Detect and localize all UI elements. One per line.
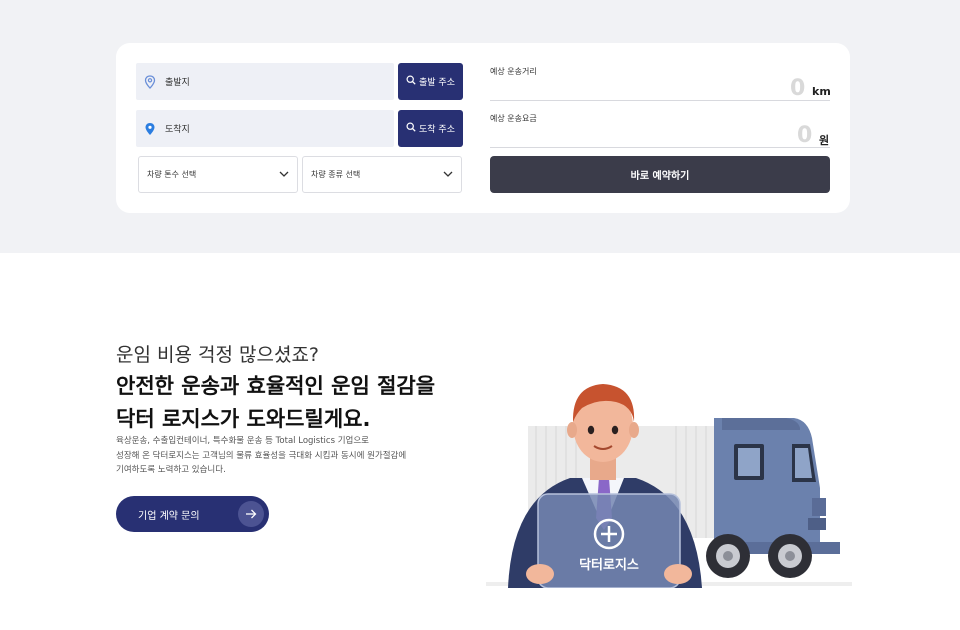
distance-unit: km [812,85,831,98]
destination-placeholder: 도착지 [165,125,190,135]
chevron-down-icon [443,170,453,179]
booking-card: 출발지 출발 주소 도착지 도착 주소 차량 톤수 선택 차량 종류 선택 예상… [116,43,850,213]
fee-value: 0 [797,123,813,148]
destination-row: 도착지 도착 주소 [136,110,463,147]
location-pin-outline-icon [144,74,156,89]
distance-divider [490,100,830,101]
search-icon [406,122,416,135]
hero-description-line2: 성장해 온 닥터로지스는 고객님의 물류 효율성을 극대화 시킴과 동시에 원가… [116,450,407,461]
hero-description-line3: 기여하도록 노력하고 있습니다. [116,465,226,475]
contact-button-label: 기업 계약 문의 [138,510,200,522]
truck-doctor-illustration: 닥터로지스 [486,378,852,589]
destination-input[interactable]: 도착지 [136,110,394,147]
tonnage-select[interactable]: 차량 톤수 선택 [138,156,298,193]
origin-address-button-label: 출발 주소 [419,78,455,88]
hero-title-line2: 닥터 로지스가 도와드릴게요. [116,407,371,431]
hero-description: 육상운송, 수출입컨테이너, 특수화물 운송 등 Total Logistics… [116,434,436,478]
search-icon [406,75,416,88]
hero-title-line1: 안전한 운송과 효율적인 운임 절감을 [116,374,436,398]
destination-address-button[interactable]: 도착 주소 [398,110,463,147]
fee-unit: 원 [819,134,830,147]
distance-label: 예상 운송거리 [490,67,537,76]
origin-placeholder: 출발지 [165,78,190,88]
origin-row: 출발지 출발 주소 [136,63,463,100]
tonnage-select-value: 차량 톤수 선택 [147,170,197,179]
arrow-right-icon [238,501,264,527]
vehicle-type-select[interactable]: 차량 종류 선택 [302,156,462,193]
hero-description-line1: 육상운송, 수출입컨테이너, 특수화물 운송 등 Total Logistics… [116,436,369,446]
fee-divider [490,147,830,148]
destination-address-button-label: 도착 주소 [419,125,455,135]
fee-label: 예상 운송요금 [490,114,537,123]
panel-brand-text: 닥터로지스 [579,557,639,573]
vehicle-type-select-value: 차량 종류 선택 [311,170,361,179]
reserve-now-button[interactable]: 바로 예약하기 [490,156,830,193]
chevron-down-icon [279,170,289,179]
distance-value: 0 [790,76,806,101]
origin-address-button[interactable]: 출발 주소 [398,63,463,100]
business-contract-inquiry-button[interactable]: 기업 계약 문의 [116,496,269,532]
origin-input[interactable]: 출발지 [136,63,394,100]
hero-subtitle: 운임 비용 걱정 많으셨죠? [116,344,320,366]
location-pin-filled-icon [144,122,156,136]
